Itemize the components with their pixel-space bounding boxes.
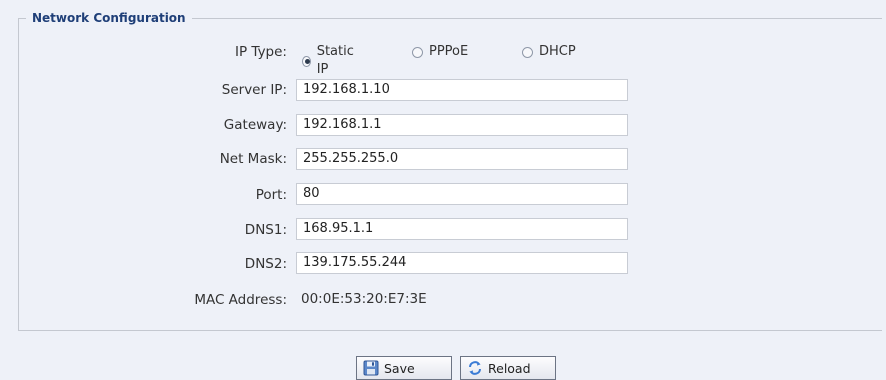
dns1-label: DNS1:: [244, 222, 287, 238]
radio-pppoe-label: PPPoE: [429, 44, 469, 59]
net-mask-label: Net Mask:: [219, 151, 287, 167]
radio-pppoe[interactable]: PPPoE: [412, 43, 468, 61]
network-configuration-panel: [18, 18, 882, 331]
reload-button[interactable]: Reload: [460, 356, 556, 380]
dns2-label: DNS2:: [244, 256, 287, 272]
radio-dhcp-label: DHCP: [539, 44, 576, 59]
save-icon: [363, 360, 379, 376]
server-ip-label: Server IP:: [221, 82, 287, 98]
radio-unchecked-icon: [412, 46, 423, 58]
reload-button-label: Reload: [488, 360, 531, 376]
dns1-input[interactable]: 168.95.1.1: [296, 218, 628, 240]
save-button-label: Save: [384, 360, 415, 376]
mac-address-label: MAC Address:: [194, 292, 287, 308]
radio-static-ip[interactable]: Static IP: [302, 43, 356, 79]
gateway-label: Gateway:: [223, 117, 287, 133]
radio-dhcp[interactable]: DHCP: [522, 43, 576, 61]
port-label: Port:: [255, 187, 287, 203]
dns2-input[interactable]: 139.175.55.244: [296, 252, 628, 274]
radio-static-ip-label: Static IP: [316, 44, 354, 77]
save-button[interactable]: Save: [356, 356, 452, 380]
gateway-input[interactable]: 192.168.1.1: [296, 114, 628, 136]
server-ip-input[interactable]: 192.168.1.10: [296, 79, 628, 101]
port-input[interactable]: 80: [296, 183, 628, 205]
mac-address-value: 00:0E:53:20:E7:3E: [301, 291, 427, 307]
section-title: Network Configuration: [26, 10, 192, 26]
radio-unchecked-icon: [522, 46, 533, 58]
radio-checked-icon: [302, 55, 311, 67]
net-mask-input[interactable]: 255.255.255.0: [296, 148, 628, 170]
reload-icon: [467, 360, 483, 376]
ip-type-label: IP Type:: [235, 44, 287, 60]
